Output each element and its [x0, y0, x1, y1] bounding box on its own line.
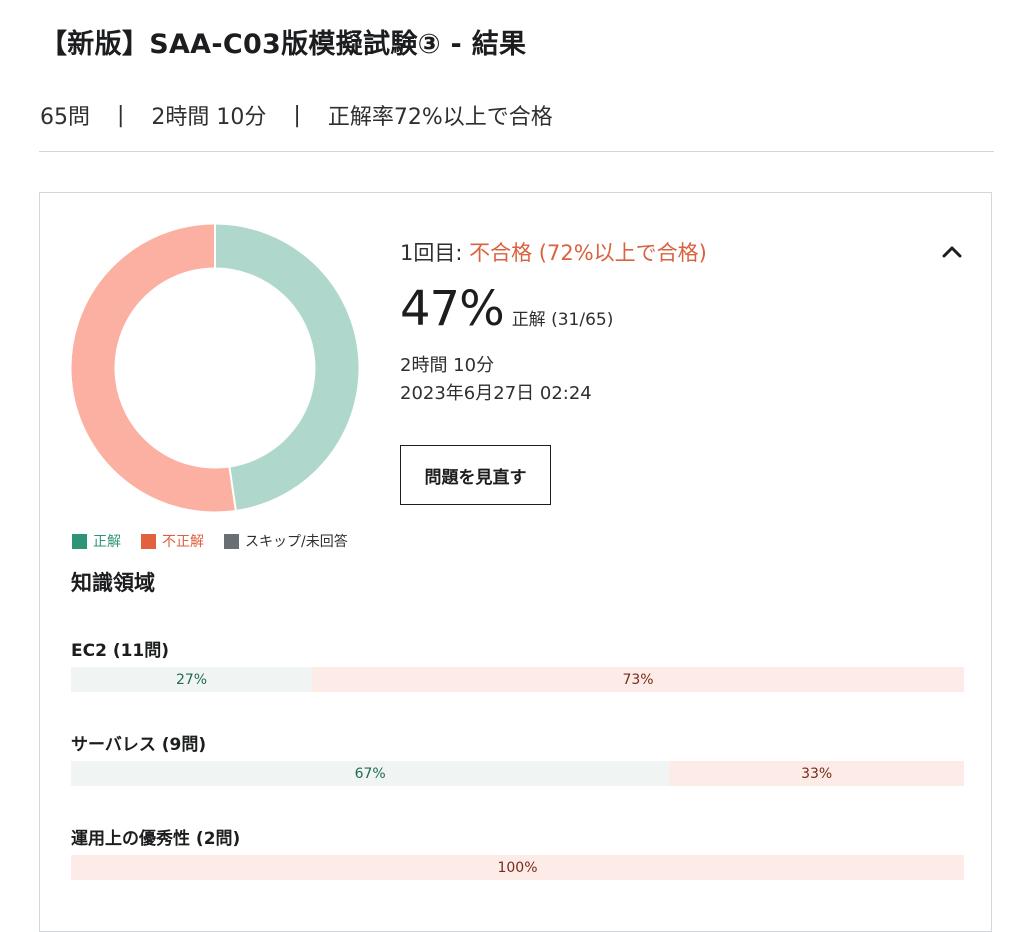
legend-item-3: スキップ/未回答: [224, 531, 348, 551]
divider: [39, 151, 994, 152]
domain-name: 運用上の優秀性 (2問): [71, 829, 241, 849]
donut-slice-1: [214, 224, 359, 510]
meta-separator: |: [293, 102, 301, 128]
legend-swatch: [224, 533, 239, 549]
duration: 2時間 10分: [400, 355, 495, 376]
knowledge-area-title: 知識領域: [71, 571, 155, 595]
score: 47% 正解 (31/65): [400, 281, 613, 337]
chevron-up-icon[interactable]: [940, 242, 964, 260]
exam-meta: 65問 | 2時間 10分 | 正解率72%以上で合格: [40, 99, 553, 131]
fail-status: 不合格 (72%以上で合格): [469, 241, 707, 265]
knowledge-domain: サーバレス (9問) 67% 33%: [71, 730, 964, 786]
legend-swatch: [141, 533, 156, 549]
legend-swatch: [72, 533, 87, 549]
result-card: 1回目: 不合格 (72%以上で合格) 47% 正解 (31/65) 2時間 1…: [39, 192, 992, 932]
attempt-date: 2023年6月27日 02:24: [400, 383, 592, 404]
domain-name: EC2 (11問): [71, 641, 170, 661]
score-detail: 正解 (31/65): [511, 310, 614, 330]
bar-segment-incorrect: 33%: [669, 761, 964, 786]
bar-segment-incorrect: 73%: [312, 667, 964, 692]
review-questions-button[interactable]: 問題を見直す: [400, 445, 551, 505]
legend-label: 正解: [93, 534, 121, 550]
pass-rule: 正解率72%以上で合格: [327, 105, 553, 130]
donut-slice-2: [71, 224, 236, 512]
bar-segment-correct: 27%: [71, 667, 313, 692]
legend-label: 不正解: [162, 534, 204, 550]
legend-item-1: 正解: [72, 531, 121, 551]
attempt-result: 1回目: 不合格 (72%以上で合格): [400, 237, 707, 267]
score-percent: 47%: [400, 281, 505, 337]
page-title: 【新版】SAA-C03版模擬試験③ - 結果: [40, 29, 527, 60]
knowledge-domain: 運用上の優秀性 (2問) 100%: [71, 824, 964, 880]
result-donut-chart: [71, 224, 359, 512]
attempt-label: 1回目:: [400, 241, 463, 265]
domain-score-bar: 100%: [71, 855, 964, 880]
meta-separator: |: [117, 102, 125, 128]
time-limit: 2時間 10分: [151, 105, 267, 130]
question-count: 65問: [40, 105, 90, 130]
domain-name: サーバレス (9問): [71, 735, 207, 755]
domain-score-bar: 67% 33%: [71, 761, 964, 786]
knowledge-domain: EC2 (11問) 27% 73%: [71, 636, 964, 692]
chart-legend: 正解 不正解 スキップ/未回答: [72, 531, 368, 551]
bar-segment-incorrect: 100%: [71, 855, 964, 880]
bar-segment-correct: 67%: [71, 761, 670, 786]
legend-label: スキップ/未回答: [245, 534, 348, 550]
domain-score-bar: 27% 73%: [71, 667, 964, 692]
legend-item-2: 不正解: [141, 531, 204, 551]
